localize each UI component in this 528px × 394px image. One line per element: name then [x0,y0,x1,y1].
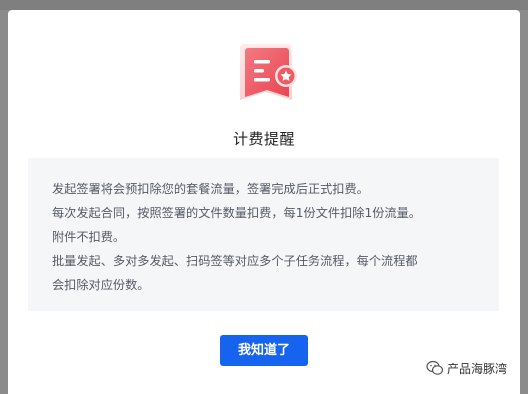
billing-reminder-dialog: 计费提醒 发起签署将会预扣除您的套餐流量，签署完成后正式扣费。 每次发起合同，按… [8,10,520,394]
watermark: 产品海豚湾 [426,358,507,378]
info-line: 每次发起合同，按照签署的文件数量扣费，每1份文件扣除1份流量。 [52,206,421,220]
info-line: 发起签署将会预扣除您的套餐流量，签署完成后正式扣费。 [52,182,369,196]
billing-info-panel: 发起签署将会预扣除您的套餐流量，签署完成后正式扣费。 每次发起合同，按照签署的文… [28,158,499,311]
info-line: 附件不扣费。 [52,230,126,244]
backdrop-top-band [0,0,528,10]
document-star-icon [236,40,308,112]
watermark-text: 产品海豚湾 [447,361,508,376]
confirm-button[interactable]: 我知道了 [220,335,308,366]
wechat-icon [426,359,444,377]
info-line: 批量发起、多对多发起、扫码签等对应多个子任务流程，每个流程都 [52,254,418,268]
dialog-title: 计费提醒 [232,130,295,148]
info-line: 会扣除对应份数。 [52,278,150,292]
